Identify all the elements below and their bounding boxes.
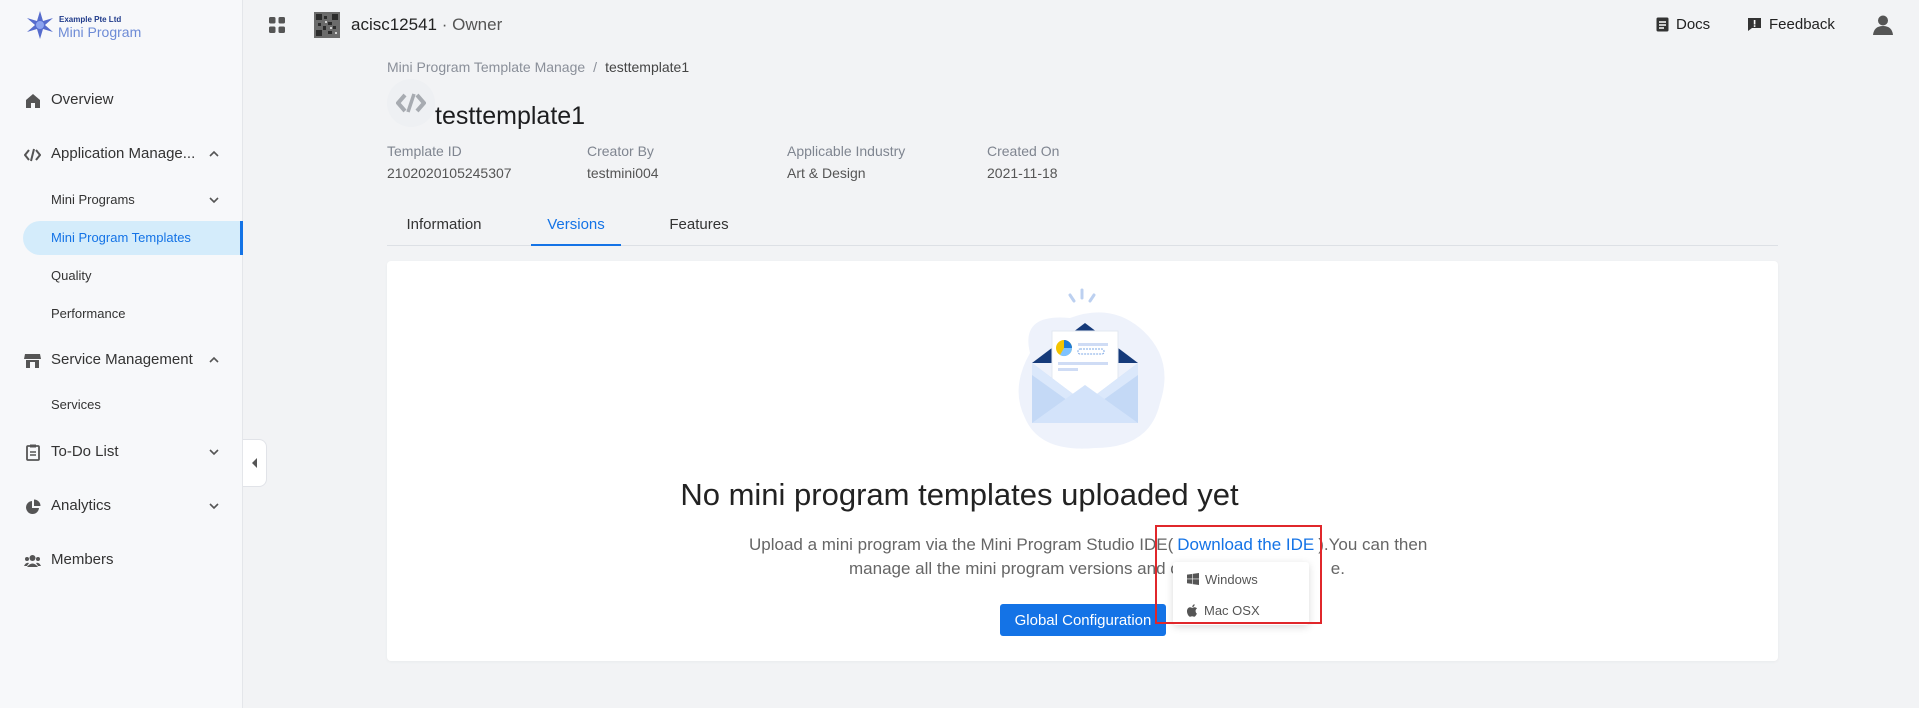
brand-product: Mini Program bbox=[58, 24, 142, 40]
global-configuration-button[interactable]: Global Configuration bbox=[1000, 604, 1166, 636]
empty-mailbox-illustration bbox=[1018, 288, 1165, 449]
sidebar-item-members[interactable]: Members bbox=[0, 542, 243, 578]
download-windows-option[interactable]: Windows bbox=[1173, 564, 1309, 594]
sidebar: Example Pte Ltd Mini Program Overview Ap… bbox=[0, 0, 243, 708]
sidebar-item-label: Application Manage... bbox=[51, 145, 196, 162]
tab-bar: Information Versions Features bbox=[387, 210, 1778, 246]
tab-information[interactable]: Information bbox=[387, 210, 501, 246]
sidebar-item-performance[interactable]: Performance bbox=[23, 297, 243, 331]
template-avatar bbox=[387, 79, 435, 127]
sidebar-item-label: Service Management bbox=[51, 351, 193, 368]
apple-icon bbox=[1187, 603, 1197, 617]
creator-value: testmini004 bbox=[587, 165, 659, 181]
account-avatar[interactable] bbox=[314, 12, 340, 38]
download-windows-label: Windows bbox=[1205, 571, 1258, 587]
sidebar-item-label: Services bbox=[51, 397, 101, 412]
document-icon bbox=[1656, 17, 1669, 32]
feedback-label: Feedback bbox=[1769, 16, 1835, 33]
sidebar-item-quality[interactable]: Quality bbox=[23, 259, 243, 293]
sidebar-item-label: Mini Programs bbox=[51, 192, 135, 207]
sidebar-item-application-management[interactable]: Application Manage... bbox=[0, 136, 243, 172]
industry-label: Applicable Industry bbox=[787, 143, 906, 159]
account-id: acisc12541 bbox=[351, 15, 438, 34]
empty-state-description-prefix: Upload a mini program via the Mini Progr… bbox=[749, 535, 1174, 554]
sidebar-item-label: Members bbox=[51, 551, 114, 568]
chevron-up-icon bbox=[209, 150, 219, 157]
sidebar-item-label: Performance bbox=[51, 306, 126, 321]
breadcrumb-parent[interactable]: Mini Program Template Manage bbox=[387, 59, 585, 75]
docs-link[interactable]: Docs bbox=[1656, 16, 1710, 33]
brand-company: Example Pte Ltd bbox=[59, 15, 122, 24]
tab-features[interactable]: Features bbox=[649, 210, 749, 246]
account-name[interactable]: acisc12541 · Owner bbox=[351, 15, 502, 35]
creator-label: Creator By bbox=[587, 143, 654, 159]
home-icon bbox=[24, 92, 41, 109]
created-on-label: Created On bbox=[987, 143, 1060, 159]
sidebar-item-todo-list[interactable]: To-Do List bbox=[0, 434, 243, 470]
sidebar-item-mini-programs[interactable]: Mini Programs bbox=[23, 183, 243, 217]
brand-logo[interactable]: Example Pte Ltd Mini Program bbox=[24, 9, 204, 43]
breadcrumb-current: testtemplate1 bbox=[605, 59, 690, 75]
tab-versions[interactable]: Versions bbox=[531, 210, 621, 246]
sidebar-item-label: Overview bbox=[51, 91, 114, 108]
created-on-value: 2021-11-18 bbox=[987, 165, 1058, 181]
store-icon bbox=[24, 352, 41, 369]
chevron-left-icon bbox=[251, 458, 257, 468]
code-link-icon bbox=[24, 146, 41, 163]
empty-state-description: Upload a mini program via the Mini Progr… bbox=[749, 535, 1427, 555]
download-macosx-option[interactable]: Mac OSX bbox=[1173, 595, 1309, 625]
account-role: Owner bbox=[452, 15, 503, 34]
sidebar-item-service-management[interactable]: Service Management bbox=[0, 342, 243, 378]
breadcrumb-separator: / bbox=[593, 59, 598, 75]
empty-state-description-line2-text: manage all the mini program versions and… bbox=[849, 559, 1179, 578]
apps-grid-icon[interactable] bbox=[268, 16, 286, 34]
template-id-label: Template ID bbox=[387, 143, 462, 159]
brand-logo-icon bbox=[27, 11, 53, 39]
empty-state-description-suffix: ).You can then bbox=[1318, 535, 1428, 554]
chevron-up-icon bbox=[209, 356, 219, 363]
empty-state-title: No mini program templates uploaded yet bbox=[680, 477, 1239, 512]
windows-icon bbox=[1187, 573, 1199, 585]
sidebar-item-label: To-Do List bbox=[51, 443, 119, 460]
code-icon bbox=[396, 93, 426, 113]
sidebar-item-mini-program-templates[interactable]: Mini Program Templates bbox=[23, 221, 243, 255]
chevron-down-icon bbox=[209, 197, 219, 204]
docs-label: Docs bbox=[1676, 16, 1711, 33]
download-macosx-label: Mac OSX bbox=[1204, 602, 1260, 618]
industry-value: Art & Design bbox=[787, 165, 866, 181]
users-icon bbox=[24, 552, 41, 569]
sidebar-item-overview[interactable]: Overview bbox=[0, 82, 243, 118]
download-ide-link[interactable]: Download the IDE bbox=[1177, 535, 1314, 554]
sidebar-item-services[interactable]: Services bbox=[23, 388, 243, 422]
template-id-value: 2102020105245307 bbox=[387, 165, 512, 181]
feedback-icon bbox=[1748, 18, 1761, 31]
sidebar-item-label: Mini Program Templates bbox=[51, 230, 191, 245]
download-ide-dropdown: Windows Mac OSX bbox=[1173, 562, 1309, 625]
breadcrumb: Mini Program Template Manage / testtemplat… bbox=[387, 59, 689, 75]
chevron-down-icon bbox=[209, 449, 219, 456]
clipboard-icon bbox=[24, 444, 41, 461]
account-separator: · bbox=[441, 15, 448, 34]
page-title: testtemplate1 bbox=[435, 102, 586, 130]
sidebar-item-label: Quality bbox=[51, 268, 92, 283]
empty-state-description-line2-end: e. bbox=[1330, 559, 1345, 578]
feedback-link[interactable]: Feedback bbox=[1747, 16, 1835, 33]
user-icon[interactable] bbox=[1872, 14, 1894, 36]
